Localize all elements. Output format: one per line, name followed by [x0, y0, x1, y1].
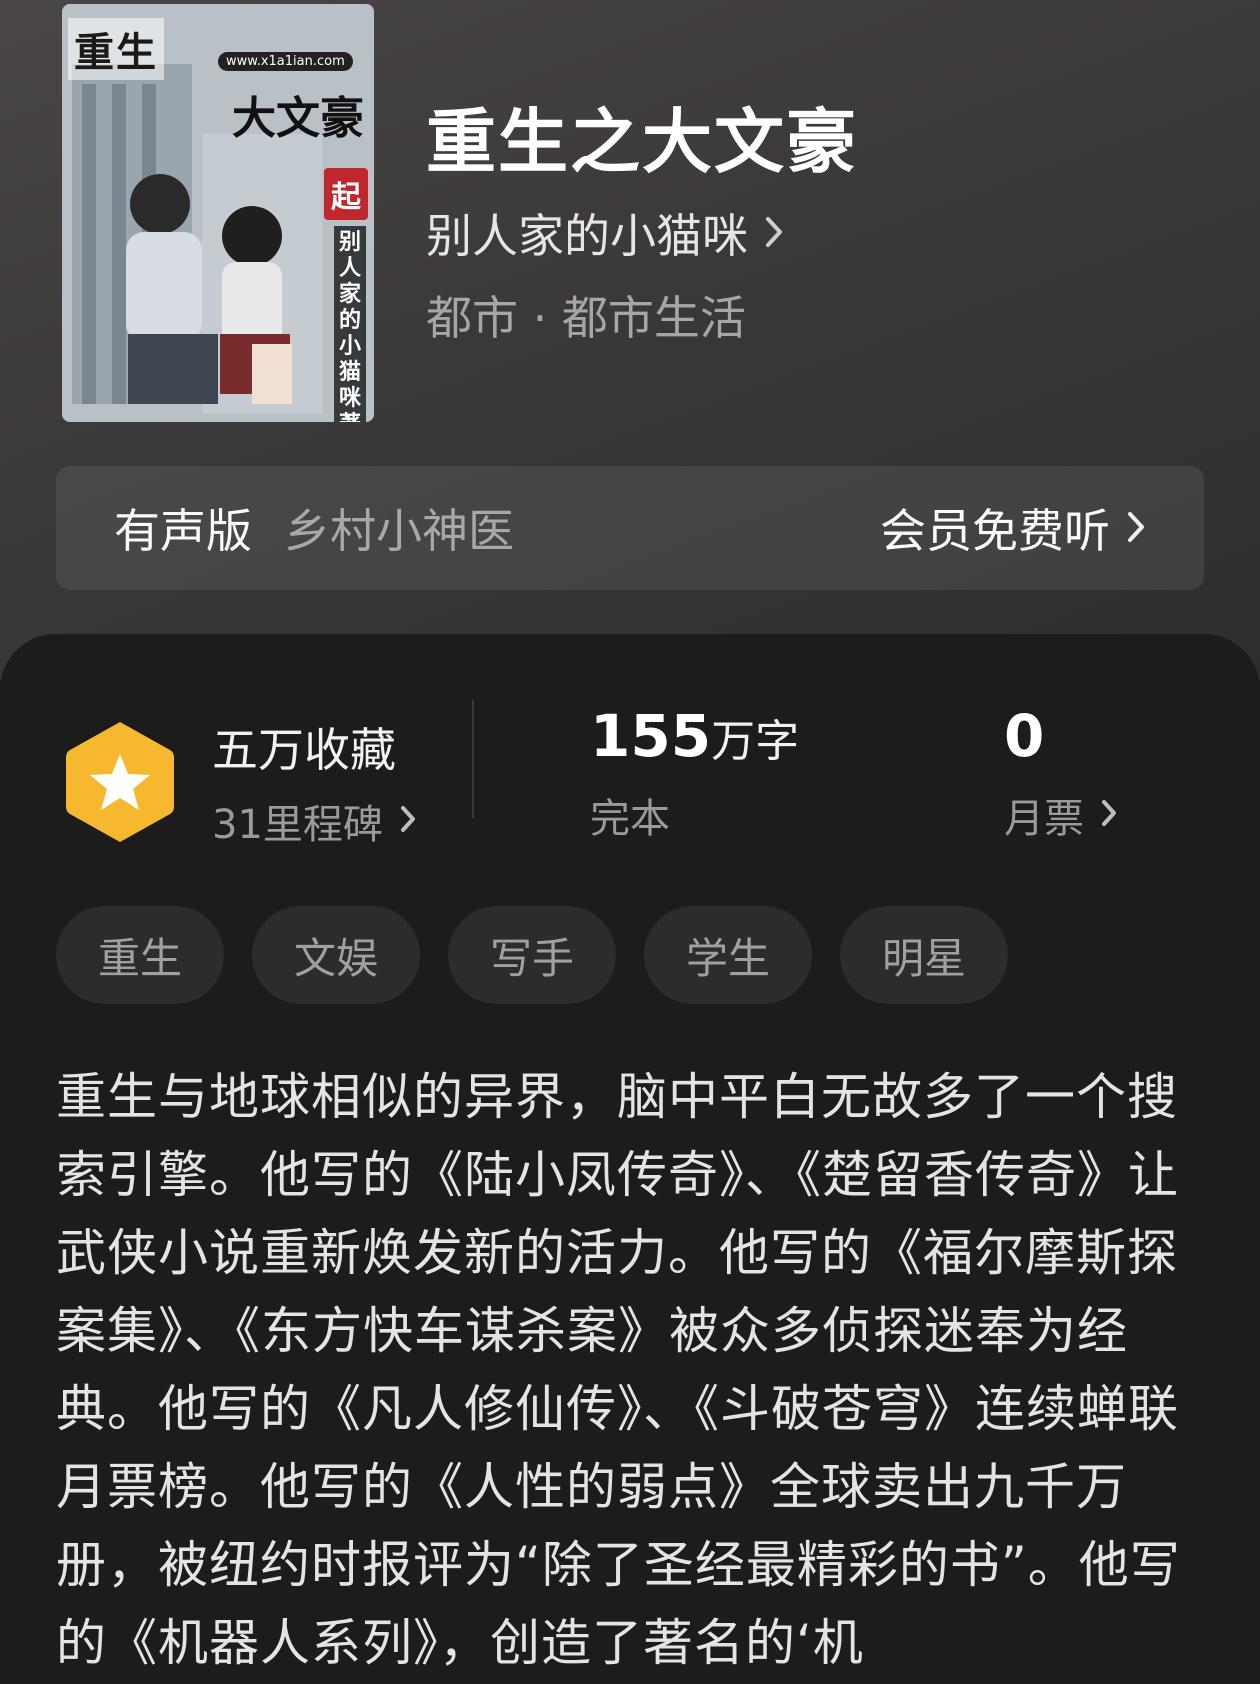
chevron-right-icon	[1126, 501, 1146, 555]
author-name: 别人家的小猫咪	[426, 209, 748, 263]
cover-vertical-text: 别人家的小猫咪著	[334, 226, 366, 422]
tag-chip[interactable]: 重生	[56, 906, 224, 1004]
stats-divider	[472, 700, 474, 818]
cover-subtitle: 大文豪	[232, 93, 364, 144]
tag-chip[interactable]: 文娱	[252, 906, 420, 1004]
book-title: 重生之大文豪	[426, 100, 858, 183]
audio-action-label: 会员免费听	[880, 504, 1110, 558]
monthly-votes-stat[interactable]: 0 月票	[1004, 702, 1118, 844]
audio-listen-button[interactable]: 会员免费听	[880, 495, 1146, 561]
chevron-right-icon	[399, 798, 417, 844]
tag-chip[interactable]: 明星	[840, 906, 1008, 1004]
cover-url: www.x1a1ian.com	[218, 52, 353, 71]
chevron-right-icon	[1100, 792, 1118, 838]
star-hexagon-icon	[66, 722, 174, 842]
completion-status: 完本	[590, 796, 670, 842]
word-count-stat: 155万字 完本	[590, 702, 799, 844]
word-count-number: 155	[590, 702, 712, 770]
monthly-votes-label: 月票	[1004, 796, 1084, 842]
tag-list: 重生 文娱 写手 学生 明星	[56, 906, 1008, 1004]
favorites-stat[interactable]: 五万收藏 31里程碑	[62, 714, 417, 850]
book-cover[interactable]: 重生 www.x1a1ian.com 大文豪 起 别人家的小猫咪著	[62, 4, 374, 422]
word-count-unit: 万字	[711, 716, 800, 767]
cover-title: 重生	[68, 18, 164, 80]
audio-version-bar[interactable]: 有声版 乡村小神医 会员免费听	[56, 466, 1204, 590]
book-genre: 都市 · 都市生活	[426, 291, 746, 345]
chevron-right-icon	[764, 206, 784, 260]
audio-book-name: 乡村小神医	[284, 504, 514, 558]
monthly-votes-number: 0	[1004, 702, 1045, 770]
cover-badge: 起	[324, 168, 368, 220]
milestone-label: 31里程碑	[212, 802, 383, 848]
audio-label: 有声版	[114, 504, 252, 558]
tag-chip[interactable]: 学生	[644, 906, 812, 1004]
tag-chip[interactable]: 写手	[448, 906, 616, 1004]
author-link[interactable]: 别人家的小猫咪	[426, 200, 784, 266]
favorites-title: 五万收藏	[212, 723, 396, 777]
book-description[interactable]: 重生与地球相似的异界，脑中平白无故多了一个搜索引擎。他写的《陆小凤传奇》、《楚留…	[56, 1058, 1216, 1682]
